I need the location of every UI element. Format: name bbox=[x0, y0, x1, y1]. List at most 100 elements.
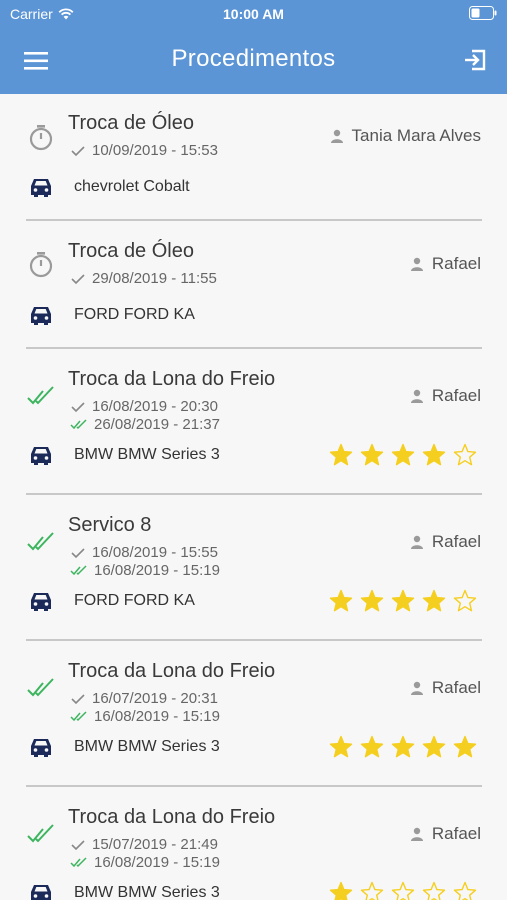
assignee: Rafael bbox=[410, 532, 481, 552]
star-filled-icon[interactable] bbox=[422, 589, 446, 613]
assignee: Rafael bbox=[410, 254, 481, 274]
person-icon bbox=[410, 681, 423, 695]
created-date: 10/09/2019 - 15:53 bbox=[70, 142, 218, 159]
list-item[interactable]: Troca da Lona do Freio 16/08/2019 - 20:3… bbox=[0, 350, 507, 495]
created-date-text: 15/07/2019 - 21:49 bbox=[92, 836, 218, 853]
car-icon bbox=[31, 885, 51, 900]
created-date-text: 16/07/2019 - 20:31 bbox=[92, 690, 218, 707]
check-icon bbox=[71, 693, 85, 704]
battery-icon bbox=[469, 6, 497, 20]
divider bbox=[26, 493, 482, 495]
star-empty-icon[interactable] bbox=[391, 881, 415, 900]
created-date: 15/07/2019 - 21:49 bbox=[70, 836, 218, 853]
created-date-text: 29/08/2019 - 11:55 bbox=[92, 270, 217, 287]
assignee-name: Rafael bbox=[431, 254, 481, 273]
created-date: 16/07/2019 - 20:31 bbox=[70, 690, 218, 707]
star-filled-icon[interactable] bbox=[329, 735, 353, 759]
vehicle-name: BMW BMW Series 3 bbox=[74, 738, 220, 755]
rating-stars[interactable] bbox=[329, 443, 477, 467]
car-icon bbox=[31, 447, 51, 465]
procedure-list: Troca de Óleo 10/09/2019 - 15:53 Tania M… bbox=[0, 94, 507, 900]
completed-date: 16/08/2019 - 15:19 bbox=[70, 708, 220, 725]
list-item[interactable]: Troca da Lona do Freio 16/07/2019 - 20:3… bbox=[0, 642, 507, 787]
star-filled-icon[interactable] bbox=[391, 443, 415, 467]
star-filled-icon[interactable] bbox=[453, 735, 477, 759]
check-icon bbox=[71, 401, 85, 412]
vehicle-name: FORD FORD KA bbox=[74, 306, 195, 323]
completed-date-text: 16/08/2019 - 15:19 bbox=[94, 854, 220, 871]
assignee: Rafael bbox=[410, 678, 481, 698]
double-check-icon bbox=[70, 710, 87, 721]
star-empty-icon[interactable] bbox=[453, 589, 477, 613]
list-item[interactable]: Servico 8 16/08/2019 - 15:55 16/08/2019 … bbox=[0, 496, 507, 641]
car-icon bbox=[31, 739, 51, 757]
check-icon bbox=[71, 145, 85, 156]
assignee: Rafael bbox=[410, 386, 481, 406]
double-check-icon bbox=[27, 678, 54, 697]
check-icon bbox=[71, 273, 85, 284]
star-filled-icon[interactable] bbox=[391, 735, 415, 759]
completed-date: 26/08/2019 - 21:37 bbox=[70, 416, 220, 433]
created-date: 29/08/2019 - 11:55 bbox=[70, 270, 217, 287]
nav-bar: Procedimentos bbox=[0, 28, 507, 94]
created-date-text: 10/09/2019 - 15:53 bbox=[92, 142, 218, 159]
double-check-icon bbox=[70, 564, 87, 575]
vehicle-name: chevrolet Cobalt bbox=[74, 178, 190, 195]
star-filled-icon[interactable] bbox=[391, 589, 415, 613]
procedure-title: Troca de Óleo bbox=[68, 240, 194, 262]
star-empty-icon[interactable] bbox=[422, 881, 446, 900]
vehicle-name: FORD FORD KA bbox=[74, 592, 195, 609]
star-empty-icon[interactable] bbox=[360, 881, 384, 900]
completed-date: 16/08/2019 - 15:19 bbox=[70, 562, 220, 579]
list-item[interactable]: Troca de Óleo 29/08/2019 - 11:55 Rafael … bbox=[0, 222, 507, 348]
star-filled-icon[interactable] bbox=[360, 735, 384, 759]
person-icon bbox=[330, 129, 343, 143]
vehicle-name: BMW BMW Series 3 bbox=[74, 884, 220, 900]
rating-stars[interactable] bbox=[329, 735, 477, 759]
assignee: Tania Mara Alves bbox=[330, 126, 481, 146]
clock: 10:00 AM bbox=[223, 6, 284, 22]
list-item[interactable]: Troca da Lona do Freio 15/07/2019 - 21:4… bbox=[0, 788, 507, 900]
stopwatch-icon bbox=[29, 252, 53, 278]
car-icon bbox=[31, 593, 51, 611]
completed-date-text: 26/08/2019 - 21:37 bbox=[94, 416, 220, 433]
procedure-title: Troca da Lona do Freio bbox=[68, 660, 276, 682]
created-date: 16/08/2019 - 20:30 bbox=[70, 398, 218, 415]
stopwatch-icon bbox=[29, 125, 53, 151]
created-date-text: 16/08/2019 - 20:30 bbox=[92, 398, 218, 415]
completed-date: 16/08/2019 - 15:19 bbox=[70, 854, 220, 871]
procedure-title: Troca da Lona do Freio bbox=[68, 806, 276, 828]
car-icon bbox=[31, 179, 51, 197]
completed-date-text: 16/08/2019 - 15:19 bbox=[94, 562, 220, 579]
double-check-icon bbox=[27, 532, 54, 551]
assignee-name: Tania Mara Alves bbox=[351, 126, 481, 145]
divider bbox=[26, 785, 482, 787]
person-icon bbox=[410, 389, 423, 403]
rating-stars[interactable] bbox=[329, 589, 477, 613]
check-icon bbox=[71, 547, 85, 558]
star-empty-icon[interactable] bbox=[453, 881, 477, 900]
assignee-name: Rafael bbox=[431, 532, 481, 551]
page-title: Procedimentos bbox=[171, 45, 336, 72]
person-icon bbox=[410, 827, 423, 841]
procedure-title: Troca da Lona do Freio bbox=[68, 368, 276, 390]
star-filled-icon[interactable] bbox=[360, 589, 384, 613]
double-check-icon bbox=[70, 856, 87, 867]
logout-icon[interactable] bbox=[461, 46, 489, 74]
person-icon bbox=[410, 535, 423, 549]
list-item[interactable]: Troca de Óleo 10/09/2019 - 15:53 Tania M… bbox=[0, 94, 507, 222]
divider bbox=[26, 639, 482, 641]
star-filled-icon[interactable] bbox=[329, 589, 353, 613]
assignee: Rafael bbox=[410, 824, 481, 844]
star-filled-icon[interactable] bbox=[329, 881, 353, 900]
star-empty-icon[interactable] bbox=[453, 443, 477, 467]
rating-stars[interactable] bbox=[329, 881, 477, 900]
check-icon bbox=[71, 839, 85, 850]
double-check-icon bbox=[70, 418, 87, 429]
star-filled-icon[interactable] bbox=[329, 443, 353, 467]
star-filled-icon[interactable] bbox=[422, 735, 446, 759]
star-filled-icon[interactable] bbox=[422, 443, 446, 467]
star-filled-icon[interactable] bbox=[360, 443, 384, 467]
procedure-title: Servico 8 bbox=[68, 514, 152, 536]
divider bbox=[26, 347, 482, 349]
